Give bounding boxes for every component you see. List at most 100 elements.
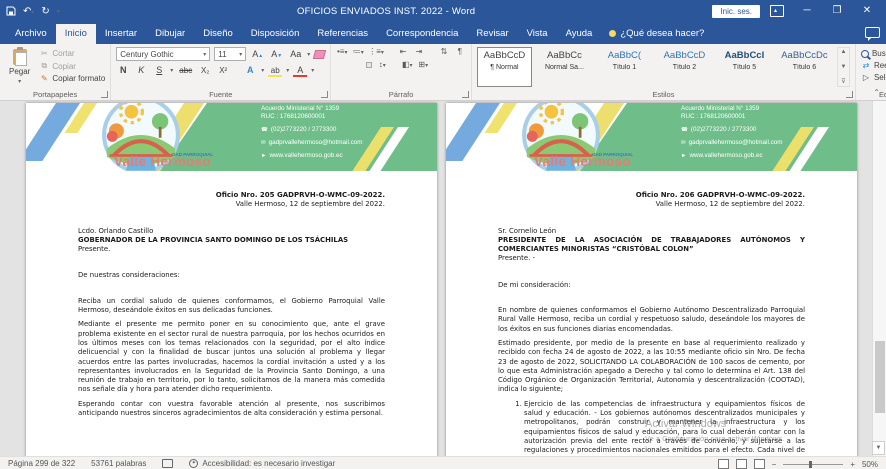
grow-font-button[interactable]: A▲ <box>250 49 265 59</box>
save-icon[interactable] <box>6 6 16 16</box>
tell-me-box[interactable]: ¿Qué desea hacer? <box>601 24 712 44</box>
superscript-button[interactable]: X² <box>216 66 230 75</box>
copy-button[interactable]: ⧉ Copiar <box>39 61 105 71</box>
letter-body-right[interactable]: Oficio Nro. 206 GADPRVH-O-WMC-09-2022. V… <box>446 171 857 456</box>
format-painter-icon: ✎ <box>39 74 49 83</box>
scrollbar-down-icon[interactable]: ▼ <box>872 441 885 455</box>
align-center-icon[interactable] <box>346 62 352 68</box>
font-name-dropdown-icon[interactable]: ▾ <box>203 51 206 58</box>
format-painter-button[interactable]: ✎ Copiar formato <box>39 74 105 83</box>
tab-inicio[interactable]: Inicio <box>56 24 96 44</box>
select-button[interactable]: ▷ Seleccionar ▾ <box>861 73 886 82</box>
style-normal-sa[interactable]: AaBbCc Normal Sa... <box>537 47 592 87</box>
tab-diseno[interactable]: Diseño <box>194 24 242 44</box>
page-right[interactable]: Valle Hermoso GAD PARROQUIAL Acuerdo Min… <box>446 103 857 456</box>
redo-icon[interactable]: ↻ <box>41 6 49 17</box>
decrease-indent-icon[interactable]: ⇤ <box>397 47 409 56</box>
clipboard-dialog-launcher-icon[interactable] <box>101 91 108 98</box>
proofing-status[interactable] <box>162 459 173 468</box>
restore-button[interactable]: ❐ <box>824 2 850 20</box>
tab-vista[interactable]: Vista <box>518 24 557 44</box>
text-effects-button[interactable]: A <box>243 65 257 75</box>
tab-disposicion[interactable]: Disposición <box>242 24 309 44</box>
collapse-ribbon-icon[interactable]: ⌃ <box>873 88 880 97</box>
accessibility-status[interactable]: ✦ Accesibilidad: es necesario investigar <box>189 459 335 468</box>
find-button[interactable]: Buscar ▾ <box>861 49 886 58</box>
style-titulo-1[interactable]: AaBbC( Título 1 <box>597 47 652 87</box>
replace-button[interactable]: ⇄ Reemplazar <box>861 61 886 70</box>
tab-referencias[interactable]: Referencias <box>308 24 377 44</box>
font-size-dropdown-icon[interactable]: ▾ <box>239 51 242 58</box>
font-size-combo[interactable]: 11 ▾ <box>214 47 246 61</box>
tab-revisar[interactable]: Revisar <box>467 24 517 44</box>
justify-icon[interactable] <box>366 62 372 68</box>
zoom-out-icon[interactable]: − <box>772 460 777 469</box>
zoom-level[interactable]: 50% <box>862 460 878 469</box>
paragraph-dialog-launcher-icon[interactable] <box>462 91 469 98</box>
align-left-icon[interactable] <box>336 62 342 68</box>
sign-in-button[interactable]: Inic. ses. <box>712 5 760 18</box>
styles-more-icon[interactable]: ⊽ <box>838 78 849 85</box>
zoom-slider-thumb[interactable] <box>809 461 812 468</box>
page-left[interactable]: Valle Hermoso GAD PARROQUIAL Acuerdo Min… <box>26 103 437 456</box>
bullets-icon[interactable]: •≡▾ <box>336 47 348 56</box>
tab-archivo[interactable]: Archivo <box>6 24 56 44</box>
highlight-dropdown-icon[interactable]: ▾ <box>286 67 289 74</box>
style-titulo-2[interactable]: AaBbCcD Título 2 <box>657 47 712 87</box>
align-right-icon[interactable] <box>356 62 362 68</box>
tab-correspondencia[interactable]: Correspondencia <box>377 24 467 44</box>
font-color-button[interactable]: A <box>293 65 307 75</box>
change-case-button[interactable]: Aa <box>288 49 303 59</box>
tab-insertar[interactable]: Insertar <box>96 24 146 44</box>
subscript-button[interactable]: X₂ <box>198 66 212 75</box>
web-layout-icon[interactable] <box>754 459 765 469</box>
print-layout-icon[interactable] <box>736 459 747 469</box>
italic-button[interactable]: K <box>134 65 148 75</box>
letter-body-left[interactable]: Oficio Nro. 205 GADPRVH-O-WMC-09-2022. V… <box>26 171 437 418</box>
tab-dibujar[interactable]: Dibujar <box>146 24 194 44</box>
close-button[interactable]: ✕ <box>854 2 880 20</box>
numbering-icon[interactable]: ≔▾ <box>352 47 364 56</box>
paste-dropdown-icon[interactable]: ▾ <box>18 78 21 85</box>
underline-dropdown-icon[interactable]: ▾ <box>170 67 173 74</box>
zoom-slider[interactable] <box>783 464 843 465</box>
borders-icon[interactable]: ⊞▾ <box>417 60 429 69</box>
font-color-dropdown-icon[interactable]: ▾ <box>311 67 314 74</box>
shading-icon[interactable]: ◧▾ <box>401 60 413 69</box>
cut-button[interactable]: ✂ Cortar <box>39 49 105 58</box>
bold-button[interactable]: N <box>116 65 130 75</box>
styles-scroll-up-icon[interactable]: ▲ <box>838 49 849 55</box>
minimize-button[interactable]: ─ <box>794 2 820 20</box>
word-count[interactable]: 53761 palabras <box>91 459 146 468</box>
styles-scroll-down-icon[interactable]: ▼ <box>838 64 849 70</box>
font-dialog-launcher-icon[interactable] <box>321 91 328 98</box>
tab-ayuda[interactable]: Ayuda <box>557 24 602 44</box>
font-name-combo[interactable]: Century Gothic ▾ <box>116 47 210 61</box>
ribbon-display-options-icon[interactable] <box>770 5 784 17</box>
sort-icon[interactable]: ⇅ <box>438 47 450 56</box>
show-marks-icon[interactable]: ¶ <box>454 47 466 56</box>
highlight-button[interactable]: ab <box>268 66 282 75</box>
paste-button[interactable]: Pegar ▾ <box>5 47 34 87</box>
read-mode-icon[interactable] <box>718 459 729 469</box>
shrink-font-button[interactable]: A▼ <box>269 49 284 59</box>
line-spacing-icon[interactable]: ↕▾ <box>376 60 388 69</box>
multilevel-list-icon[interactable]: ⋮≡▾ <box>368 47 384 56</box>
style-titulo-5[interactable]: AaBbCcI Título 5 <box>717 47 772 87</box>
vertical-scrollbar[interactable]: ▼ <box>872 101 886 456</box>
page-indicator[interactable]: Página 299 de 322 <box>8 459 75 468</box>
text-effects-dropdown-icon[interactable]: ▾ <box>261 67 264 74</box>
scrollbar-thumb[interactable] <box>875 341 885 413</box>
style-normal[interactable]: AaBbCcD ¶ Normal <box>477 47 532 87</box>
increase-indent-icon[interactable]: ⇥ <box>413 47 425 56</box>
comments-icon[interactable] <box>865 27 880 38</box>
styles-dialog-launcher-icon[interactable] <box>846 91 853 98</box>
undo-icon[interactable]: ↶▾ <box>23 6 34 17</box>
style-titulo-6[interactable]: AaBbCcDc Título 6 <box>777 47 832 87</box>
ribbon-tabs: Archivo Inicio Insertar Dibujar Diseño D… <box>0 22 886 44</box>
change-case-dropdown-icon[interactable]: ▾ <box>307 51 310 58</box>
zoom-in-icon[interactable]: + <box>850 460 855 469</box>
strikethrough-button[interactable]: abc <box>177 66 194 75</box>
underline-button[interactable]: S <box>152 65 166 75</box>
clear-formatting-icon[interactable] <box>313 50 326 59</box>
